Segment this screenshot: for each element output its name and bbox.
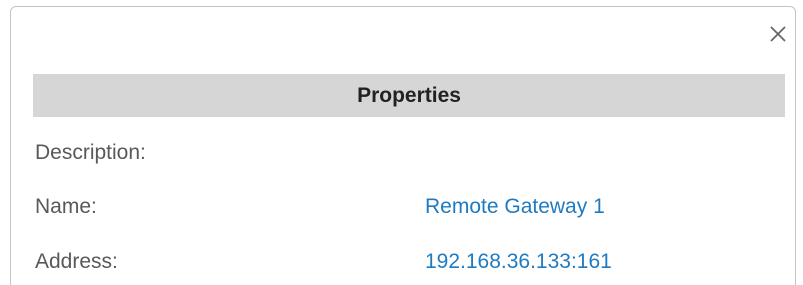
property-row-name: Name: Remote Gateway 1 bbox=[33, 192, 785, 222]
properties-header: Properties bbox=[33, 74, 785, 117]
property-row-description: Description: bbox=[33, 138, 785, 168]
close-icon bbox=[767, 23, 789, 45]
properties-title: Properties bbox=[357, 83, 461, 107]
close-button[interactable] bbox=[767, 23, 789, 45]
description-label: Description: bbox=[35, 141, 146, 164]
address-label: Address: bbox=[35, 250, 118, 273]
properties-panel: Properties Description: Name: Remote Gat… bbox=[10, 6, 796, 285]
property-row-address: Address: 192.168.36.133:161 bbox=[33, 247, 785, 277]
name-label: Name: bbox=[35, 195, 97, 218]
name-value[interactable]: Remote Gateway 1 bbox=[425, 192, 605, 222]
address-value[interactable]: 192.168.36.133:161 bbox=[425, 247, 612, 277]
